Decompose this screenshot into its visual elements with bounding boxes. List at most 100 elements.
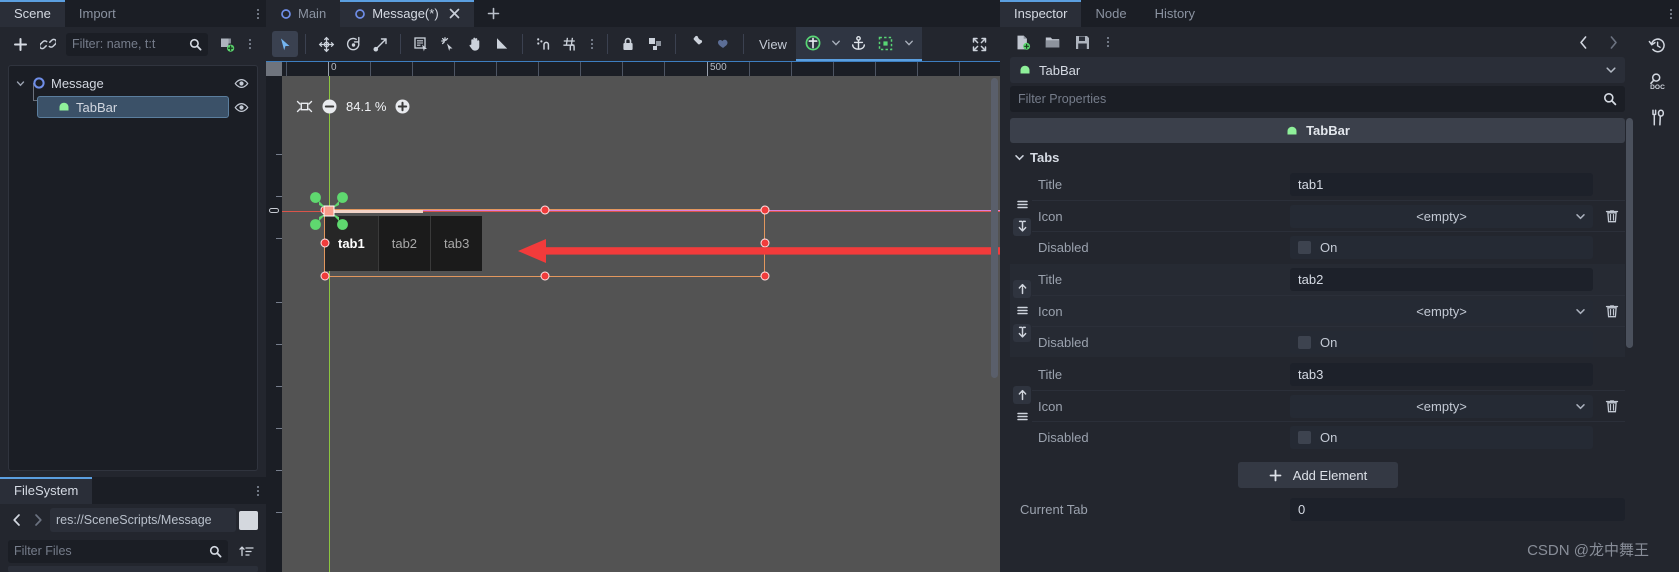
tab-import[interactable]: Import [65, 0, 130, 27]
close-icon[interactable] [449, 8, 460, 19]
tab-history[interactable]: History [1141, 0, 1209, 27]
tab-filesystem[interactable]: FileSystem [0, 477, 93, 504]
fs-back-icon[interactable] [8, 509, 26, 531]
pivot-gizmo-icon[interactable] [300, 182, 358, 240]
scene-tab-message[interactable]: Message(*) [340, 0, 475, 27]
snap-toggle-icon[interactable] [530, 31, 556, 57]
chevron-down-icon[interactable] [1575, 306, 1586, 317]
center-view-icon[interactable] [296, 98, 313, 115]
property-group-tabs[interactable]: Tabs [1010, 145, 1625, 169]
disabled-checkbox[interactable]: On [1290, 235, 1593, 259]
object-tools-icon[interactable] [1642, 103, 1672, 131]
title-input[interactable]: tab2 [1290, 268, 1593, 291]
zoom-level-label[interactable]: 84.1 % [346, 99, 386, 114]
chevron-down-icon[interactable] [1605, 64, 1617, 76]
instantiate-scene-icon[interactable] [36, 32, 60, 56]
add-node-icon[interactable] [800, 30, 826, 56]
scale-tool-icon[interactable] [367, 31, 393, 57]
resize-handle-tr[interactable] [760, 205, 770, 215]
title-input[interactable]: tab1 [1290, 173, 1593, 196]
group-icon[interactable] [642, 31, 668, 57]
move-down-icon[interactable] [1013, 323, 1031, 342]
scene-tree-item-tabbar[interactable]: TabBar [9, 83, 257, 119]
current-tab-input[interactable]: 0 [1290, 497, 1625, 521]
canvas-vertical-scrollbar[interactable] [990, 76, 999, 572]
move-down-icon[interactable] [1013, 217, 1031, 236]
delete-element-icon[interactable] [1599, 303, 1625, 319]
chevron-right-icon[interactable] [1601, 30, 1625, 54]
checkbox-icon[interactable] [1298, 240, 1311, 254]
add-node-icon[interactable] [8, 32, 32, 56]
move-up-icon[interactable] [1013, 279, 1031, 298]
tab-scene[interactable]: Scene [0, 0, 65, 27]
canvas-2d-surface[interactable]: 84.1 % tab1 tab2 tab3 [282, 76, 1000, 572]
visibility-toggle-icon[interactable] [234, 76, 249, 91]
search-help-icon[interactable]: DOC [1642, 67, 1672, 95]
list-select-icon[interactable] [408, 31, 434, 57]
open-resource-icon[interactable] [1040, 30, 1064, 54]
chevron-down-icon[interactable] [13, 79, 27, 88]
chevron-down-icon[interactable] [900, 38, 918, 48]
scene-filter-input[interactable]: Filter: name, t:t [66, 32, 208, 56]
history-icon[interactable] [1642, 31, 1672, 59]
reorder-icon[interactable] [1013, 196, 1031, 214]
snap-options-icon[interactable] [584, 39, 600, 49]
icon-resource-picker[interactable]: <empty> [1290, 394, 1593, 418]
layout-icon[interactable] [873, 30, 899, 56]
chevron-left-icon[interactable] [1571, 30, 1595, 54]
visibility-toggle-icon[interactable] [234, 100, 249, 115]
delete-element-icon[interactable] [1599, 398, 1625, 414]
save-resource-icon[interactable] [1070, 30, 1094, 54]
filesystem-current-path[interactable]: res://SceneScripts/Message [50, 508, 236, 532]
delete-element-icon[interactable] [1599, 208, 1625, 224]
fs-toggle-split-icon[interactable] [239, 510, 258, 530]
skeleton-icon[interactable] [710, 31, 736, 57]
tab-inspector[interactable]: Inspector [1000, 0, 1082, 27]
select-tool-icon[interactable] [272, 31, 298, 57]
resize-handle-bc[interactable] [540, 271, 550, 281]
chevron-down-icon[interactable] [827, 38, 845, 48]
pan-tool-icon[interactable] [462, 31, 488, 57]
view-menu-button[interactable]: View [751, 37, 795, 52]
anchor-icon[interactable] [846, 30, 872, 56]
zoom-out-icon[interactable] [321, 98, 338, 115]
resize-handle-br[interactable] [760, 271, 770, 281]
new-scene-tab-icon[interactable] [474, 0, 513, 27]
attach-script-icon[interactable] [214, 32, 238, 56]
zoom-in-icon[interactable] [394, 98, 411, 115]
sort-files-icon[interactable] [234, 539, 258, 563]
ruler-tool-icon[interactable] [489, 31, 515, 57]
move-up-icon[interactable] [1013, 385, 1031, 404]
new-resource-icon[interactable] [1010, 30, 1034, 54]
scrollbar-thumb[interactable] [1626, 118, 1633, 348]
title-input[interactable]: tab3 [1290, 363, 1593, 386]
reorder-icon[interactable] [1013, 408, 1031, 426]
disabled-checkbox[interactable]: On [1290, 425, 1593, 449]
lock-icon[interactable] [615, 31, 641, 57]
grid-snap-icon[interactable] [557, 31, 583, 57]
scrollbar-thumb[interactable] [991, 78, 998, 378]
inspector-dock-menu-icon[interactable] [1663, 0, 1679, 27]
scene-dock-menu-icon[interactable] [250, 0, 266, 27]
reorder-icon[interactable] [1013, 302, 1031, 320]
checkbox-icon[interactable] [1298, 430, 1311, 444]
resize-handle-tc[interactable] [540, 205, 550, 215]
chevron-down-icon[interactable] [1014, 152, 1025, 163]
chevron-down-icon[interactable] [1575, 211, 1586, 222]
pivot-tool-icon[interactable] [435, 31, 461, 57]
scene-tree-options-icon[interactable] [242, 39, 258, 49]
filesystem-dock-menu-icon[interactable] [250, 477, 266, 504]
tab-preview-item[interactable]: tab3 [430, 216, 483, 271]
resource-menu-icon[interactable] [1100, 37, 1116, 47]
add-element-button[interactable]: Add Element [1237, 462, 1398, 488]
fullscreen-icon[interactable] [964, 36, 994, 53]
fs-forward-icon[interactable] [29, 509, 47, 531]
chevron-down-icon[interactable] [1575, 401, 1586, 412]
move-tool-icon[interactable] [313, 31, 339, 57]
tab-preview-item[interactable]: tab2 [377, 216, 431, 271]
rotate-tool-icon[interactable] [340, 31, 366, 57]
icon-resource-picker[interactable]: <empty> [1290, 299, 1593, 323]
bone-icon[interactable] [683, 31, 709, 57]
scene-tree-item-message[interactable]: Message [9, 71, 257, 95]
inspector-object-selector[interactable]: TabBar [1010, 57, 1625, 83]
